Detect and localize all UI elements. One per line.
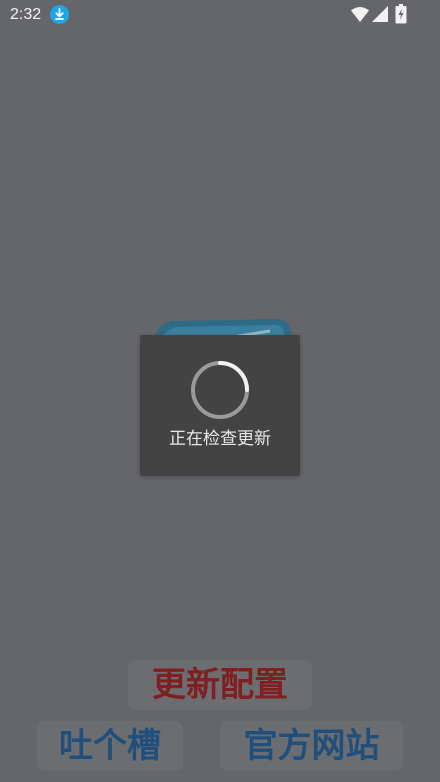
status-time: 2:32 [10,6,42,23]
update-config-button[interactable]: 更新配置 [128,660,312,710]
wifi-icon [351,7,369,22]
status-bar: 2:32 [0,0,440,30]
signal-icon [372,6,388,22]
download-icon [50,5,69,24]
official-website-button[interactable]: 官方网站 [220,721,403,771]
loading-dialog: 正在检查更新 [140,335,300,476]
loading-message: 正在检查更新 [169,429,271,449]
loading-spinner-icon [191,361,249,419]
battery-icon [395,4,407,24]
feedback-button[interactable]: 吐个槽 [37,721,183,771]
